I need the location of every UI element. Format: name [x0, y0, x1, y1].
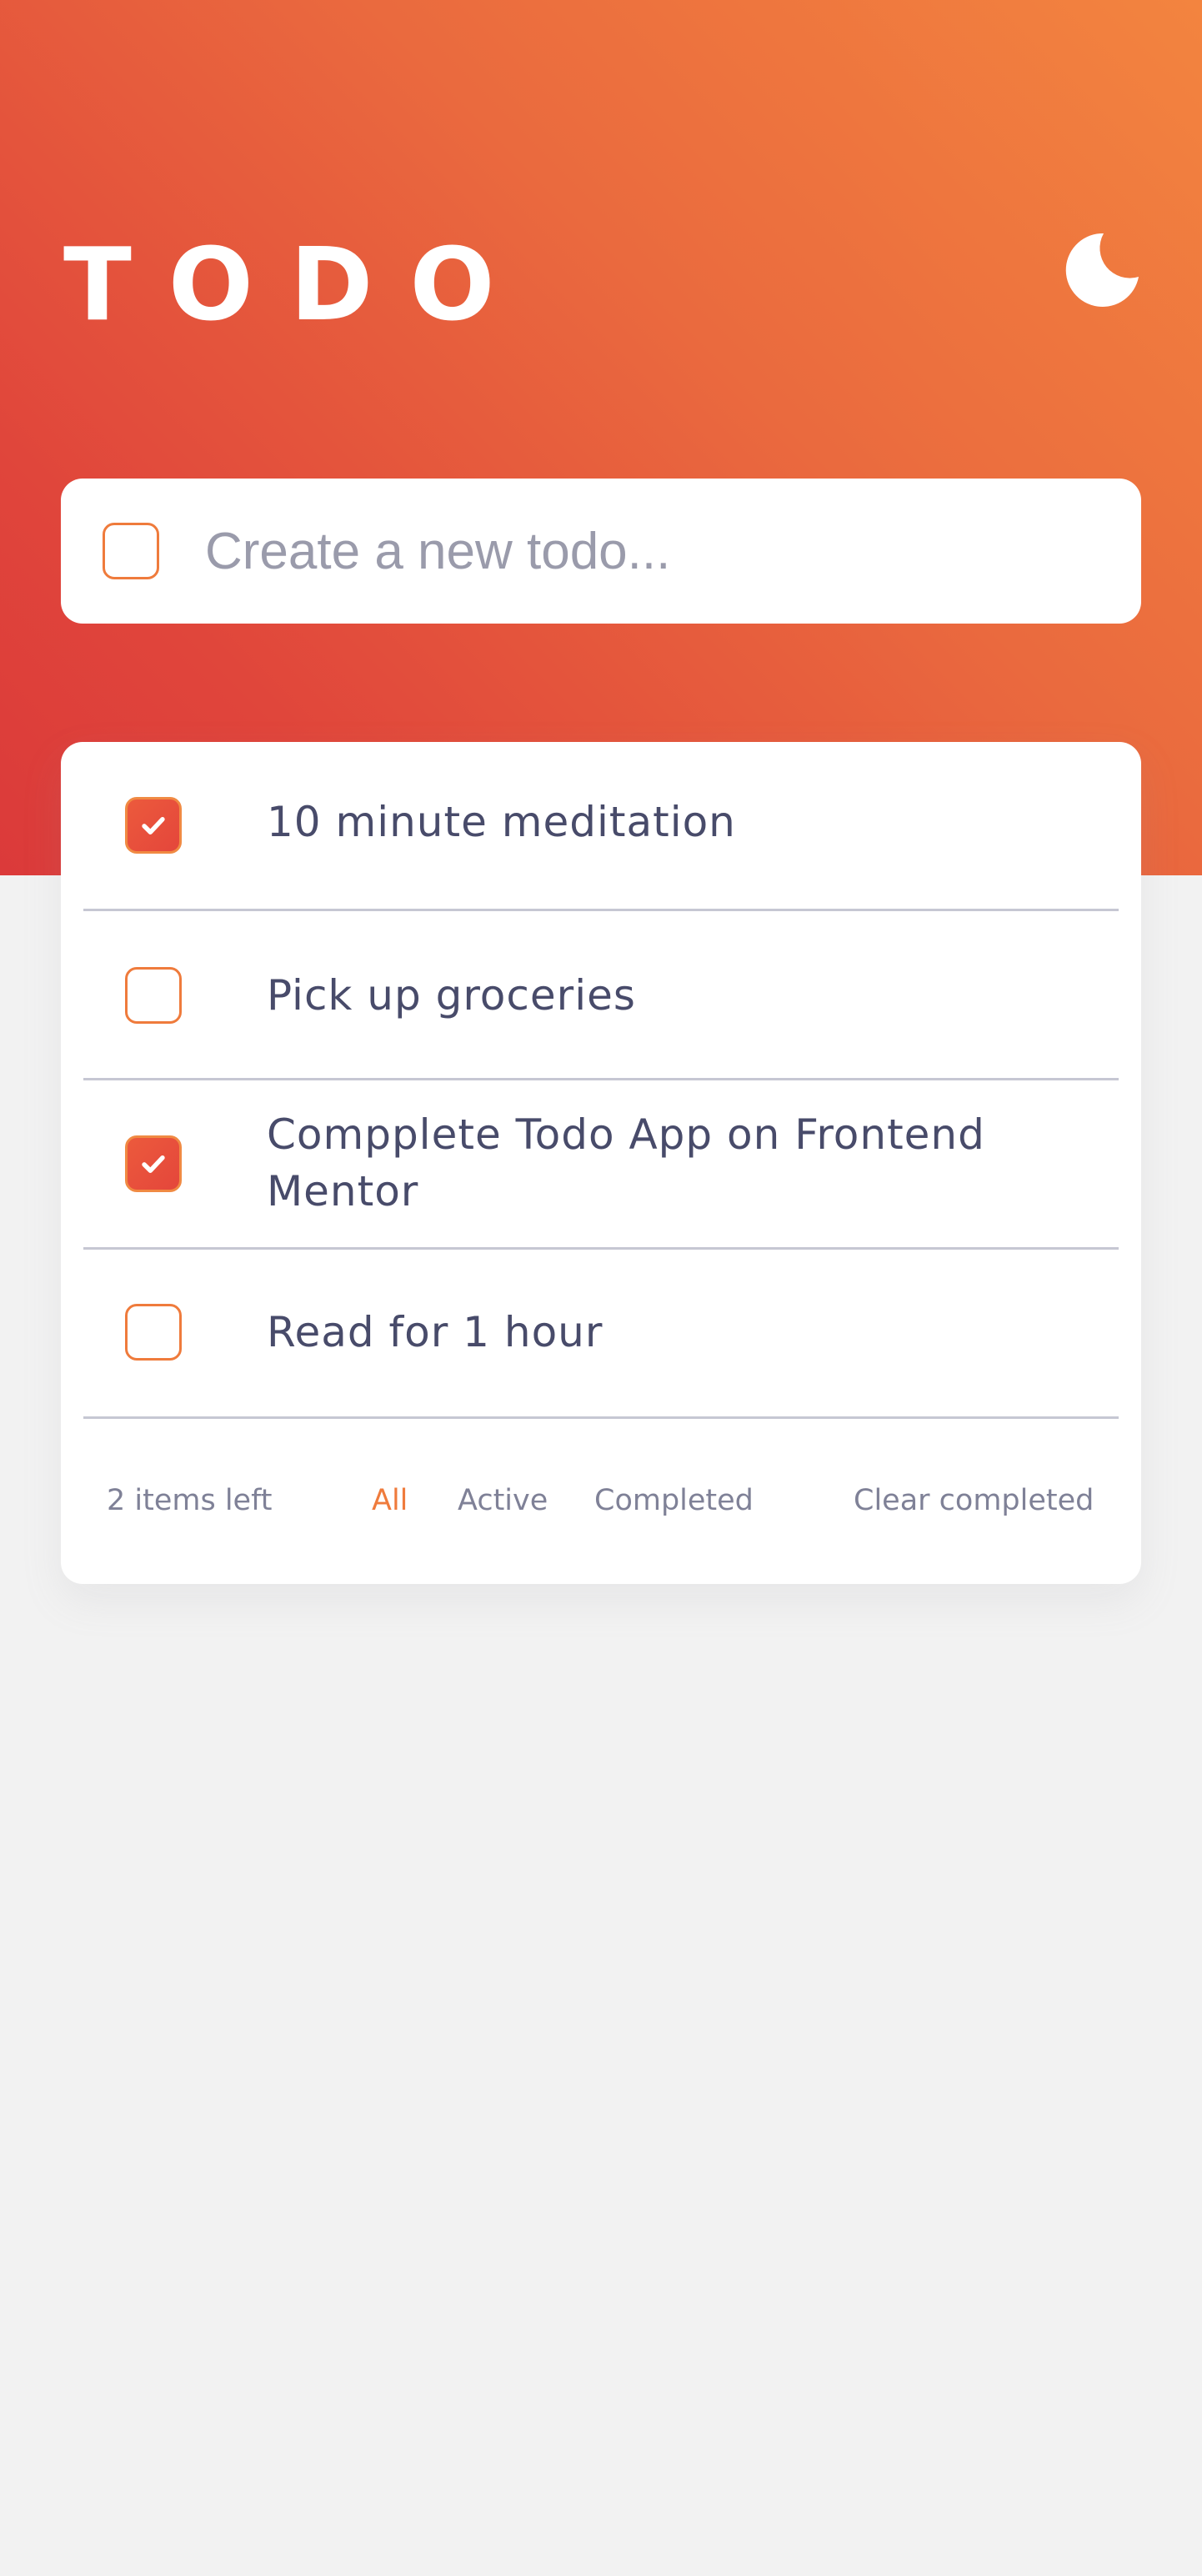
app-title: TODO [63, 228, 532, 343]
filter-active[interactable]: Active [458, 1481, 548, 1521]
filter-all[interactable]: All [372, 1481, 408, 1521]
check-icon [142, 816, 165, 834]
new-todo-bar [61, 479, 1141, 624]
todo-item[interactable]: Compplete Todo App on Frontend Mentor [83, 1080, 1119, 1250]
todo-text: Pick up groceries [267, 971, 636, 1020]
todo-text: Compplete Todo App on Frontend Mentor [267, 1110, 985, 1215]
todo-checkbox-checked[interactable] [125, 1135, 182, 1192]
new-todo-checkbox[interactable] [103, 523, 159, 579]
moon-icon [1065, 233, 1139, 307]
list-footer: 2 items left All Active Completed Clear … [61, 1419, 1141, 1584]
items-left-count: 2 items left [107, 1484, 273, 1517]
todo-text: Read for 1 hour [267, 1308, 604, 1356]
todo-text: 10 minute meditation [267, 798, 736, 846]
clear-completed-button[interactable]: Clear completed [854, 1481, 1094, 1521]
todo-checkbox[interactable] [125, 967, 182, 1024]
filter-completed[interactable]: Completed [594, 1481, 754, 1521]
todo-item[interactable]: Read for 1 hour [83, 1250, 1119, 1419]
todo-checkbox[interactable] [125, 1304, 182, 1361]
check-icon [142, 1155, 165, 1173]
theme-toggle-button[interactable] [1060, 228, 1144, 312]
todo-item[interactable]: Pick up groceries [83, 911, 1119, 1080]
todo-checkbox-checked[interactable] [125, 797, 182, 854]
todo-list: 10 minute meditation Pick up groceries C… [61, 742, 1141, 1584]
new-todo-input[interactable] [205, 512, 1105, 590]
todo-item[interactable]: 10 minute meditation [83, 742, 1119, 911]
